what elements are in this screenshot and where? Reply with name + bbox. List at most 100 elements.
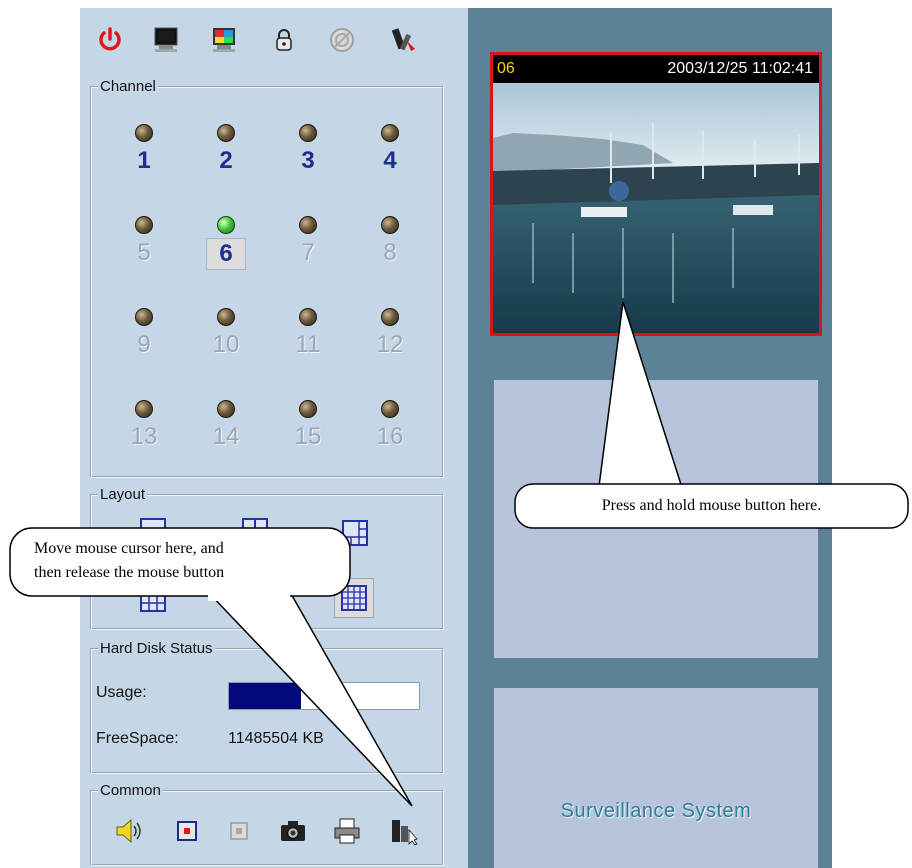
channel-status-led <box>135 400 153 418</box>
disabled-button[interactable] <box>324 22 360 58</box>
video-osd-bar: 06 2003/12/25 11:02:41 <box>493 55 819 83</box>
channel-number: 15 <box>294 423 322 450</box>
channel-button-13[interactable]: 13 <box>114 394 174 474</box>
channel-button-14[interactable]: 14 <box>196 394 256 474</box>
printer-icon <box>334 818 360 844</box>
layout-sixteen-icon <box>341 585 367 611</box>
channel-number: 5 <box>137 239 151 266</box>
record-icon <box>177 821 197 841</box>
color-settings-button[interactable] <box>206 22 242 58</box>
playback-icon <box>392 820 418 846</box>
usage-label: Usage: <box>96 684 147 701</box>
playback-button[interactable] <box>386 814 420 848</box>
free-space-value: 11485504 KB <box>228 730 324 747</box>
layout-nine-icon <box>140 586 166 612</box>
channel-number: 2 <box>219 147 233 174</box>
channel-status-led <box>217 400 235 418</box>
channel-status-led <box>299 124 317 142</box>
snapshot-button[interactable] <box>276 814 310 848</box>
channel-number: 9 <box>137 331 151 358</box>
video-window-empty-2[interactable] <box>494 380 818 658</box>
channel-status-led <box>299 400 317 418</box>
channel-status-led <box>135 308 153 326</box>
channel-number: 13 <box>130 423 158 450</box>
audio-button[interactable] <box>112 814 146 848</box>
channel-status-led <box>217 216 235 234</box>
stop-icon <box>230 822 248 840</box>
channel-status-led <box>381 308 399 326</box>
surveillance-system-brand: Surveillance System <box>560 800 752 822</box>
channel-status-led <box>381 124 399 142</box>
press-hold-instruction: Press and hold mouse button here. <box>601 497 822 514</box>
channel-button-6[interactable]: 6 <box>196 210 256 290</box>
channel-button-16[interactable]: 16 <box>360 394 420 474</box>
monitor-button[interactable] <box>148 22 184 58</box>
video-timestamp: 2003/12/25 11:02:41 <box>667 60 813 77</box>
channel-status-led <box>381 400 399 418</box>
free-space-label: FreeSpace: <box>96 730 179 747</box>
channel-button-9[interactable]: 9 <box>114 302 174 382</box>
print-button[interactable] <box>330 814 364 848</box>
channel-button-5[interactable]: 5 <box>114 210 174 290</box>
channel-button-4[interactable]: 4 <box>360 118 420 198</box>
channel-number: 6 <box>206 238 246 270</box>
lock-button[interactable] <box>266 22 302 58</box>
channel-number: 7 <box>301 239 315 266</box>
channel-button-7[interactable]: 7 <box>278 210 338 290</box>
move-release-instruction-line1: Move mouse cursor here, and <box>34 540 224 557</box>
speaker-icon <box>116 818 141 844</box>
channel-button-1[interactable]: 1 <box>114 118 174 198</box>
control-panel: Channel Layout Hard Disk Status Usage: F… <box>80 8 468 868</box>
channel-number: 4 <box>383 147 397 174</box>
layout-quad-icon <box>242 518 268 544</box>
layout-2x2-button[interactable] <box>240 516 270 546</box>
record-button[interactable] <box>170 814 204 848</box>
lock-icon <box>276 29 292 51</box>
tools-button[interactable] <box>386 22 422 58</box>
toolbar <box>80 8 468 74</box>
common-group-title: Common <box>100 782 161 799</box>
channel-status-led <box>299 216 317 234</box>
layout-six-icon <box>342 520 368 546</box>
disk-usage-bar <box>228 682 420 710</box>
hard-disk-group-title: Hard Disk Status <box>100 640 213 657</box>
channel-number: 10 <box>212 331 240 358</box>
channel-button-12[interactable]: 12 <box>360 302 420 382</box>
channel-number: 11 <box>295 331 321 358</box>
channel-button-11[interactable]: 11 <box>278 302 338 382</box>
layout-4x4-button[interactable] <box>334 578 374 618</box>
channel-number: 1 <box>137 147 151 174</box>
channel-button-10[interactable]: 10 <box>196 302 256 382</box>
channel-status-led <box>299 308 317 326</box>
layout-3x3-button[interactable] <box>138 584 168 614</box>
channel-button-8[interactable]: 8 <box>360 210 420 290</box>
video-channel-label: 06 <box>497 60 515 77</box>
power-button[interactable] <box>92 22 128 58</box>
layout-group-title: Layout <box>100 486 146 503</box>
monitor-icon <box>154 27 178 52</box>
video-window-channel-6[interactable]: 06 2003/12/25 11:02:41 <box>490 52 822 336</box>
channel-group-title: Channel <box>100 78 156 95</box>
camera-icon <box>281 821 305 841</box>
video-window-empty-3[interactable]: Surveillance System <box>494 688 818 868</box>
channel-button-3[interactable]: 3 <box>278 118 338 198</box>
channel-number: 3 <box>301 147 315 174</box>
move-release-instruction-line2: then release the mouse button <box>34 564 225 581</box>
channel-status-led <box>135 124 153 142</box>
channel-status-led <box>381 216 399 234</box>
channel-status-led <box>217 308 235 326</box>
layout-1plus5-button[interactable] <box>340 518 370 548</box>
display-area: 06 2003/12/25 11:02:41 Surveillance Syst… <box>468 8 832 868</box>
channel-button-2[interactable]: 2 <box>196 118 256 198</box>
channel-number: 14 <box>212 423 240 450</box>
power-icon <box>99 27 121 51</box>
channel-number: 16 <box>376 423 404 450</box>
channel-status-led <box>217 124 235 142</box>
channel-number: 12 <box>376 331 404 358</box>
color-settings-icon <box>213 28 235 52</box>
harbor-video-frame <box>493 83 819 333</box>
channel-number: 8 <box>383 239 397 266</box>
surveillance-app: Channel Layout Hard Disk Status Usage: F… <box>80 8 832 868</box>
channel-button-15[interactable]: 15 <box>278 394 338 474</box>
stop-button[interactable] <box>222 814 256 848</box>
